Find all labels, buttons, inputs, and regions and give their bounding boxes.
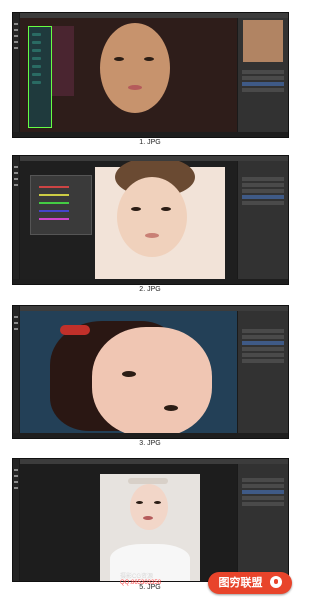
plugin-panel[interactable] bbox=[28, 26, 52, 128]
eye bbox=[122, 371, 136, 377]
watermark-text: 摄影CG资源 QQ:865303358 bbox=[120, 571, 161, 586]
portrait-face bbox=[117, 177, 187, 257]
tool-icon[interactable] bbox=[14, 322, 18, 324]
tool-icon[interactable] bbox=[14, 41, 18, 43]
status-bar bbox=[13, 279, 288, 284]
brand-label: 图穷联盟 bbox=[218, 577, 263, 589]
layer-row[interactable] bbox=[242, 177, 284, 181]
tool-icon[interactable] bbox=[14, 475, 18, 477]
status-bar bbox=[13, 433, 288, 438]
layer-row[interactable] bbox=[242, 201, 284, 205]
layer-row[interactable] bbox=[242, 70, 284, 74]
plugin-button[interactable] bbox=[32, 49, 41, 52]
layer-row[interactable] bbox=[242, 189, 284, 193]
tool-icon[interactable] bbox=[14, 166, 18, 168]
layer-row[interactable] bbox=[242, 484, 284, 488]
navigator-thumbnail bbox=[243, 20, 283, 62]
layer-row[interactable] bbox=[242, 490, 284, 494]
document-canvas[interactable] bbox=[20, 161, 238, 279]
tools-panel[interactable] bbox=[13, 156, 20, 284]
screenshot-2 bbox=[12, 155, 289, 285]
tool-icon[interactable] bbox=[14, 328, 18, 330]
tools-panel[interactable] bbox=[13, 306, 20, 438]
layer-row[interactable] bbox=[242, 195, 284, 199]
color-slider[interactable] bbox=[39, 202, 69, 204]
document-canvas[interactable] bbox=[20, 18, 238, 132]
plugin-button[interactable] bbox=[32, 57, 41, 60]
plugin-button[interactable] bbox=[32, 73, 41, 76]
watermark-line-1: 摄影CG资源 bbox=[120, 574, 154, 580]
tool-icon[interactable] bbox=[14, 469, 18, 471]
eye bbox=[161, 207, 171, 211]
layers-panel[interactable] bbox=[237, 18, 288, 137]
layer-row[interactable] bbox=[242, 347, 284, 351]
layers-panel[interactable] bbox=[237, 464, 288, 581]
tool-icon[interactable] bbox=[14, 316, 18, 318]
portrait-face bbox=[92, 327, 212, 433]
lips bbox=[145, 233, 159, 238]
plugin-button[interactable] bbox=[32, 33, 41, 36]
layer-row[interactable] bbox=[242, 76, 284, 80]
tool-icon[interactable] bbox=[14, 29, 18, 31]
layer-row[interactable] bbox=[242, 88, 284, 92]
plugin-button[interactable] bbox=[32, 41, 41, 44]
curves-dialog[interactable] bbox=[30, 175, 92, 235]
tools-panel[interactable] bbox=[13, 13, 20, 137]
layers-panel[interactable] bbox=[237, 161, 288, 284]
plugin-button[interactable] bbox=[32, 81, 41, 84]
tool-icon[interactable] bbox=[14, 23, 18, 25]
red-flower-accessory bbox=[60, 325, 90, 335]
layer-row[interactable] bbox=[242, 82, 284, 86]
layer-row[interactable] bbox=[242, 478, 284, 482]
layer-row[interactable] bbox=[242, 329, 284, 333]
screenshot-3 bbox=[12, 305, 289, 439]
eye bbox=[164, 405, 178, 411]
status-bar bbox=[13, 132, 288, 137]
tool-icon[interactable] bbox=[14, 178, 18, 180]
layer-row[interactable] bbox=[242, 353, 284, 357]
tool-icon[interactable] bbox=[14, 172, 18, 174]
color-slider[interactable] bbox=[39, 218, 69, 220]
watermark-line-2: QQ:865303358 bbox=[120, 580, 162, 586]
brand-logo-icon bbox=[269, 576, 282, 588]
portrait-face bbox=[100, 23, 170, 113]
eye bbox=[154, 501, 161, 504]
plugin-panel-2[interactable] bbox=[52, 26, 74, 96]
eye bbox=[131, 207, 141, 211]
tool-icon[interactable] bbox=[14, 184, 18, 186]
color-slider[interactable] bbox=[39, 186, 69, 188]
layer-row[interactable] bbox=[242, 341, 284, 345]
layer-row[interactable] bbox=[242, 335, 284, 339]
portrait-face bbox=[130, 484, 168, 530]
color-slider[interactable] bbox=[39, 194, 69, 196]
caption-1: 1. JPG bbox=[139, 139, 161, 146]
layer-row[interactable] bbox=[242, 359, 284, 363]
layer-row[interactable] bbox=[242, 496, 284, 500]
tool-icon[interactable] bbox=[14, 47, 18, 49]
tool-icon[interactable] bbox=[14, 481, 18, 483]
caption-3: 3. JPG bbox=[139, 440, 161, 447]
brand-badge[interactable]: 图穷联盟 bbox=[208, 572, 292, 594]
eye bbox=[144, 57, 154, 61]
screenshot-1 bbox=[12, 12, 289, 138]
lips bbox=[143, 516, 153, 520]
eye bbox=[136, 501, 143, 504]
layer-row[interactable] bbox=[242, 183, 284, 187]
screenshot-4 bbox=[12, 458, 289, 582]
tool-icon[interactable] bbox=[14, 487, 18, 489]
eye bbox=[114, 57, 124, 61]
layers-panel[interactable] bbox=[237, 311, 288, 438]
layer-row[interactable] bbox=[242, 502, 284, 506]
document-canvas[interactable] bbox=[20, 311, 238, 433]
tools-panel[interactable] bbox=[13, 459, 20, 581]
tool-icon[interactable] bbox=[14, 35, 18, 37]
document-canvas[interactable] bbox=[20, 464, 238, 581]
photo bbox=[95, 161, 225, 279]
lips bbox=[128, 85, 142, 90]
caption-2: 2. JPG bbox=[139, 286, 161, 293]
photo bbox=[100, 474, 200, 581]
plugin-button[interactable] bbox=[32, 65, 41, 68]
color-slider[interactable] bbox=[39, 210, 69, 212]
